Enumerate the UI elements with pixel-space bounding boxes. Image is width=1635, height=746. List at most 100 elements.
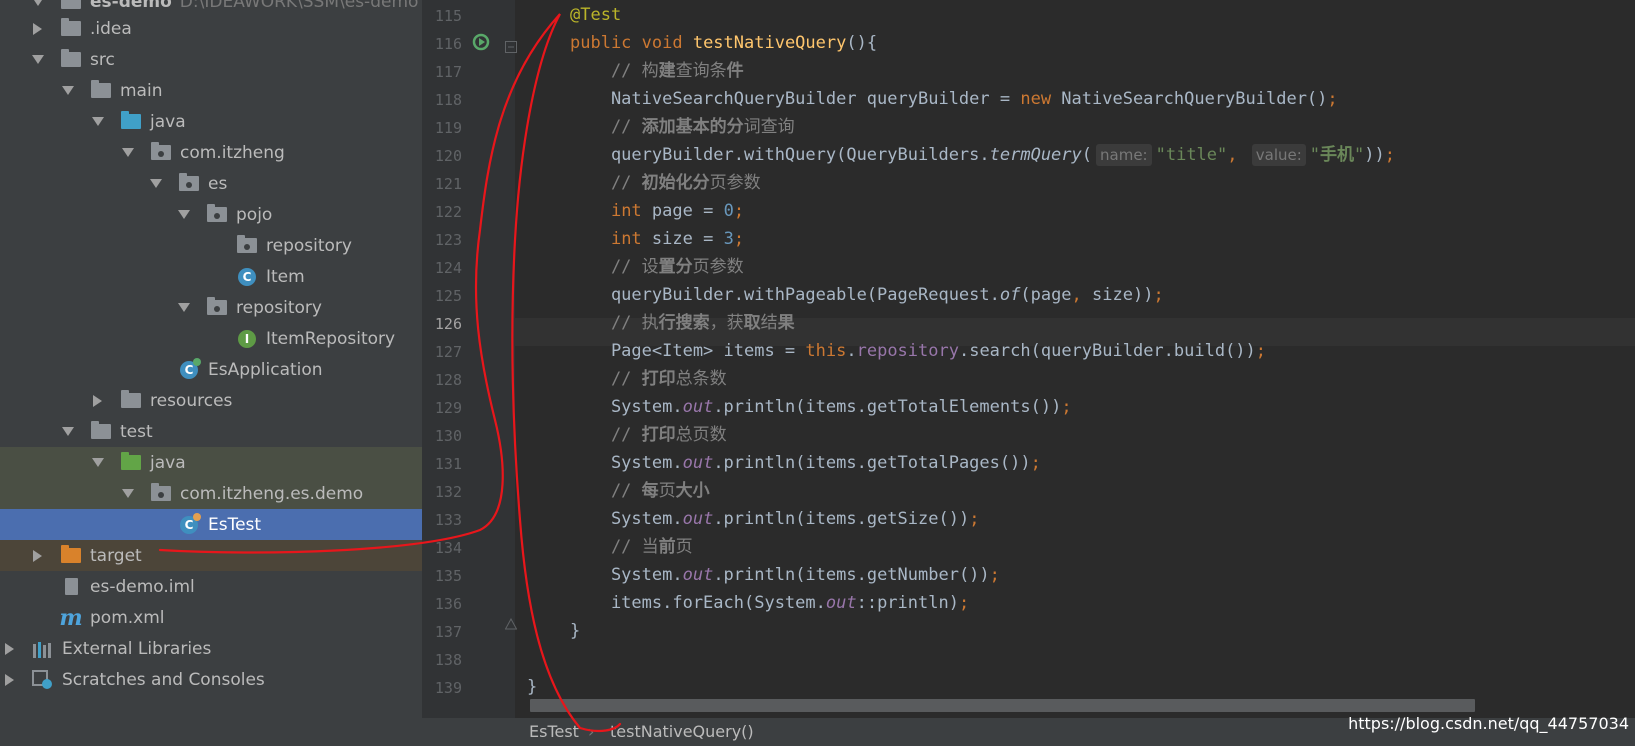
line-number: 125 <box>434 287 462 305</box>
tree-item-es-demo-iml[interactable]: es-demo.iml <box>0 571 422 602</box>
tree-item-package-com-itzheng[interactable]: com.itzheng <box>0 137 422 168</box>
breadcrumb-class[interactable]: EsTest <box>529 722 579 741</box>
code-line-130: // 打印总页数 <box>570 425 727 445</box>
tree-item-idea[interactable]: .idea <box>0 13 422 44</box>
package-icon <box>206 204 228 225</box>
line-number: 116 <box>434 35 462 53</box>
param-hint-name: name: <box>1096 144 1152 166</box>
spring-boot-class-icon: C <box>178 357 201 380</box>
line-number: 134 <box>434 539 462 557</box>
chevron-right-icon[interactable] <box>90 393 106 409</box>
scratches-icon <box>32 669 54 690</box>
line-number: 128 <box>434 371 462 389</box>
code-line-124: // 设置分页参数 <box>570 257 744 277</box>
code-line-136: items.forEach(System.out::println); <box>570 593 970 613</box>
chevron-down-icon[interactable] <box>176 207 192 223</box>
line-number: 129 <box>434 399 462 417</box>
line-number: 130 <box>434 427 462 445</box>
fold-end-icon[interactable] <box>504 615 518 630</box>
tree-item-class-item[interactable]: C Item <box>0 261 422 292</box>
fold-icon[interactable] <box>505 38 517 53</box>
folder-icon <box>90 80 112 101</box>
line-number: 137 <box>434 623 462 641</box>
code-line-137: } <box>570 621 581 641</box>
iml-file-icon <box>60 577 82 597</box>
tree-item-java-test[interactable]: java <box>0 447 422 478</box>
chevron-down-icon[interactable] <box>60 83 76 99</box>
tree-item-java-main[interactable]: java <box>0 106 422 137</box>
chevron-down-icon[interactable] <box>148 176 164 192</box>
tree-item-target[interactable]: target <box>0 540 422 571</box>
tree-item-scratches[interactable]: Scratches and Consoles <box>0 664 422 695</box>
code-line-126: // 执行搜索，获取结果 <box>570 313 795 333</box>
tree-item-external-libraries[interactable]: External Libraries <box>0 633 422 664</box>
horizontal-scrollbar[interactable] <box>530 699 1475 712</box>
line-number: 115 <box>434 7 462 25</box>
excluded-folder-icon <box>60 545 82 566</box>
project-tree: es-demo D:\IDEAWORK\SSM\es-demo .idea sr… <box>0 0 422 746</box>
code-line-139: } <box>527 677 538 697</box>
tree-item-package-pojo[interactable]: pojo <box>0 199 422 230</box>
tree-item-package-com-itzheng-es-demo[interactable]: com.itzheng.es.demo <box>0 478 422 509</box>
package-icon <box>236 235 258 256</box>
line-number: 120 <box>434 147 462 165</box>
code-line-127: Page<Item> items = this.repository.searc… <box>570 341 1267 361</box>
test-source-folder-icon <box>120 452 142 473</box>
line-number: 117 <box>434 63 462 81</box>
code-line-132: // 每页大小 <box>570 481 710 501</box>
code-line-134: // 当前页 <box>570 537 693 557</box>
line-number: 131 <box>434 455 462 473</box>
line-number: 127 <box>434 343 462 361</box>
package-icon <box>206 297 228 318</box>
chevron-down-icon[interactable] <box>30 52 46 68</box>
chevron-right-icon[interactable] <box>2 672 18 688</box>
tree-item-interface-itemrepository[interactable]: I ItemRepository <box>0 323 422 354</box>
chevron-down-icon[interactable] <box>30 0 46 10</box>
folder-icon <box>90 421 112 442</box>
line-number: 126 <box>434 315 462 333</box>
line-number: 121 <box>434 175 462 193</box>
code-line-123: int size = 3; <box>610 229 745 249</box>
tree-item-pom-xml[interactable]: m pom.xml <box>0 602 422 633</box>
run-test-icon[interactable] <box>472 33 490 51</box>
chevron-down-icon[interactable] <box>120 145 136 161</box>
code-line-133: System.out.println(items.getSize()); <box>570 509 980 529</box>
tree-item-test[interactable]: test <box>0 416 422 447</box>
chevron-down-icon[interactable] <box>120 486 136 502</box>
code-line-122: int page = 0; <box>610 201 745 221</box>
chevron-down-icon[interactable] <box>90 114 106 130</box>
line-number: 138 <box>434 651 462 669</box>
folder-icon <box>60 18 82 39</box>
tree-item-package-repository[interactable]: repository <box>0 292 422 323</box>
chevron-down-icon[interactable] <box>60 424 76 440</box>
folder-icon <box>60 49 82 70</box>
test-class-icon: C <box>178 512 201 535</box>
code-line-135: System.out.println(items.getNumber()); <box>570 565 1000 585</box>
tree-item-src[interactable]: src <box>0 44 422 75</box>
line-number: 136 <box>434 595 462 613</box>
tree-item-package-es[interactable]: es <box>0 168 422 199</box>
breadcrumb-method[interactable]: testNativeQuery() <box>610 722 754 741</box>
tree-item-class-estest[interactable]: C EsTest <box>0 509 422 540</box>
chevron-right-icon[interactable] <box>30 548 46 564</box>
chevron-down-icon[interactable] <box>176 300 192 316</box>
code-line-125: queryBuilder.withPageable(PageRequest.of… <box>570 285 1164 305</box>
code-line-128: // 打印总条数 <box>570 369 727 389</box>
param-hint-value: value: <box>1251 144 1306 166</box>
code-line-129: System.out.println(items.getTotalElement… <box>570 397 1072 417</box>
line-number: 118 <box>434 91 462 109</box>
module-icon <box>60 0 82 12</box>
tree-item-package-repository-pojo[interactable]: repository <box>0 230 422 261</box>
chevron-right-icon[interactable] <box>2 641 18 657</box>
tree-item-main[interactable]: main <box>0 75 422 106</box>
code-line-131: System.out.println(items.getTotalPages()… <box>570 453 1041 473</box>
line-number: 119 <box>434 119 462 137</box>
package-icon <box>178 173 200 194</box>
tree-item-resources[interactable]: resources <box>0 385 422 416</box>
tree-item-class-esapplication[interactable]: C EsApplication <box>0 354 422 385</box>
chevron-down-icon[interactable] <box>90 455 106 471</box>
code-line-118: NativeSearchQueryBuilder queryBuilder = … <box>570 89 1338 109</box>
chevron-right-icon[interactable] <box>30 21 46 37</box>
line-number: 124 <box>434 259 462 277</box>
code-line-115: @Test <box>570 5 622 25</box>
